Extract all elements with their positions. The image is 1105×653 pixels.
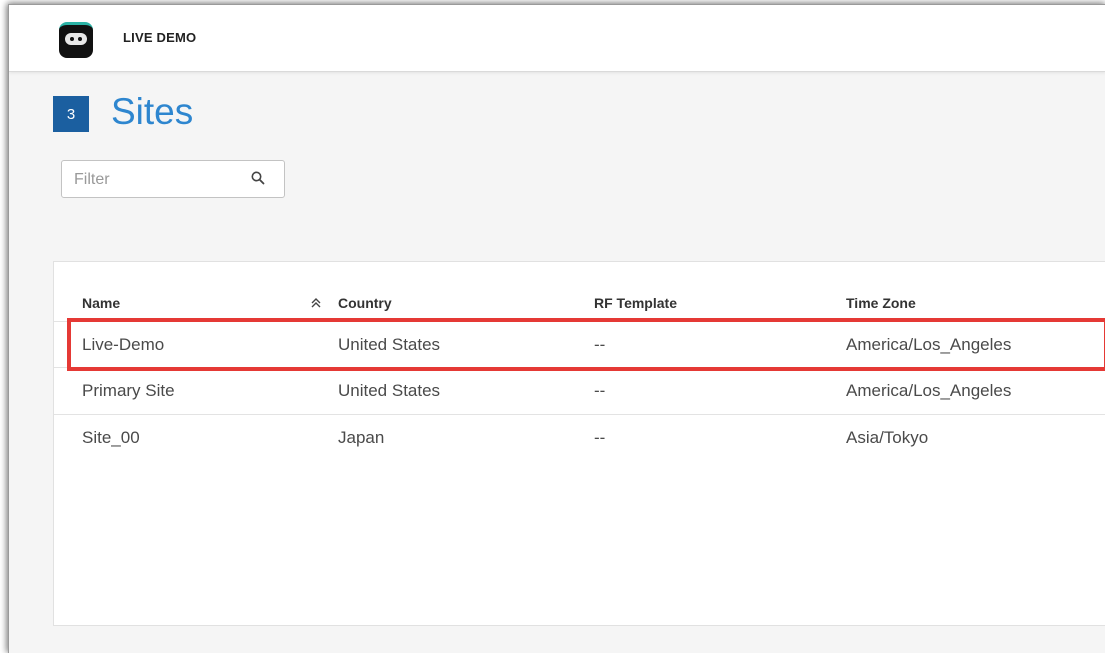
cell-rf-template: -- (594, 381, 606, 400)
robot-logo-icon[interactable] (59, 22, 93, 58)
org-name[interactable]: LIVE DEMO (123, 30, 196, 45)
logo-eye-left (70, 37, 74, 41)
filter-input[interactable] (72, 169, 246, 191)
logo-face (65, 33, 87, 45)
column-header-rf-template[interactable]: RF Template (594, 295, 677, 311)
cell-country: United States (338, 381, 441, 400)
cell-name[interactable]: Site_00 (82, 428, 140, 448)
table-row[interactable]: Primary Site United States -- America/Lo… (54, 368, 1105, 415)
top-bar: LIVE DEMO (9, 5, 1105, 72)
cell-country: Japan (338, 428, 385, 447)
column-header-country[interactable]: Country (338, 295, 392, 311)
cell-time-zone: America/Los_Angeles (846, 381, 1012, 400)
column-header-time-zone[interactable]: Time Zone (846, 295, 916, 311)
cell-rf-template: -- (594, 428, 606, 447)
sort-ascending-icon[interactable] (310, 296, 322, 310)
logo-eye-right (78, 37, 82, 41)
row-highlight-annotation (67, 318, 1105, 371)
sites-table: Name Country RF Template Time Zone Live-… (53, 261, 1105, 626)
page-title: Sites (111, 91, 194, 132)
table-row[interactable]: Site_00 Japan -- Asia/Tokyo (54, 415, 1105, 462)
site-count-badge: 3 (53, 96, 89, 132)
app-window: LIVE DEMO 3 Sites Name Country RF Templa… (8, 4, 1105, 653)
column-header-name[interactable]: Name (82, 295, 120, 311)
filter-box[interactable] (61, 160, 285, 198)
search-icon[interactable] (250, 170, 266, 186)
cell-time-zone: Asia/Tokyo (846, 428, 929, 447)
cell-name[interactable]: Primary Site (82, 381, 175, 401)
